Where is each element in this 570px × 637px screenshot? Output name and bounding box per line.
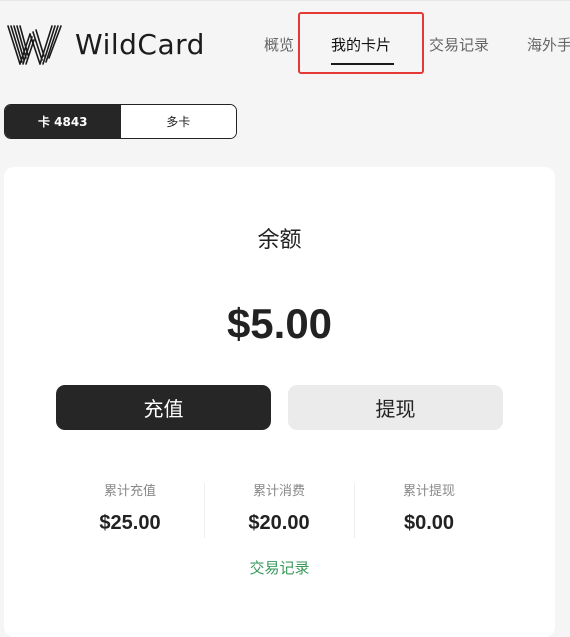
stat-label: 累计提现 [402,484,455,499]
stat-total-withdrawn: 累计提现 $0.00 [354,483,504,535]
topup-button[interactable]: 充值 [56,385,271,430]
card-toggle: 卡 4843 多卡 [4,104,237,139]
nav-item-my-cards[interactable]: 我的卡片 [331,35,391,55]
stat-value: $20.00 [248,512,310,534]
stat-label: 累计消费 [252,484,305,499]
brand-name[interactable]: WildCard [75,28,205,62]
card-toggle-multi[interactable]: 多卡 [120,105,236,138]
stat-value: $25.00 [99,512,161,534]
withdraw-button[interactable]: 提现 [288,385,503,430]
top-divider [0,0,570,1]
stat-total-spent: 累计消费 $20.00 [204,483,354,535]
nav-item-transactions[interactable]: 交易记录 [429,35,489,55]
balance-label: 余额 [257,228,302,253]
transactions-link[interactable]: 交易记录 [4,558,555,578]
nav-item-overseas[interactable]: 海外手 [527,35,570,55]
stat-label: 累计充值 [103,484,156,499]
stat-total-topup: 累计充值 $25.00 [55,483,205,535]
stat-value: $0.00 [403,512,455,534]
nav-item-overview[interactable]: 概览 [264,35,294,55]
wildcard-w-logo-icon[interactable] [6,22,64,68]
balance-panel: 余额 $5.00 充值 提现 累计充值 $25.00 累计消费 $20.00 累… [4,167,555,637]
card-toggle-single[interactable]: 卡 4843 [5,105,121,138]
balance-amount: $5.00 [226,300,333,347]
active-tab-underline [331,63,394,65]
